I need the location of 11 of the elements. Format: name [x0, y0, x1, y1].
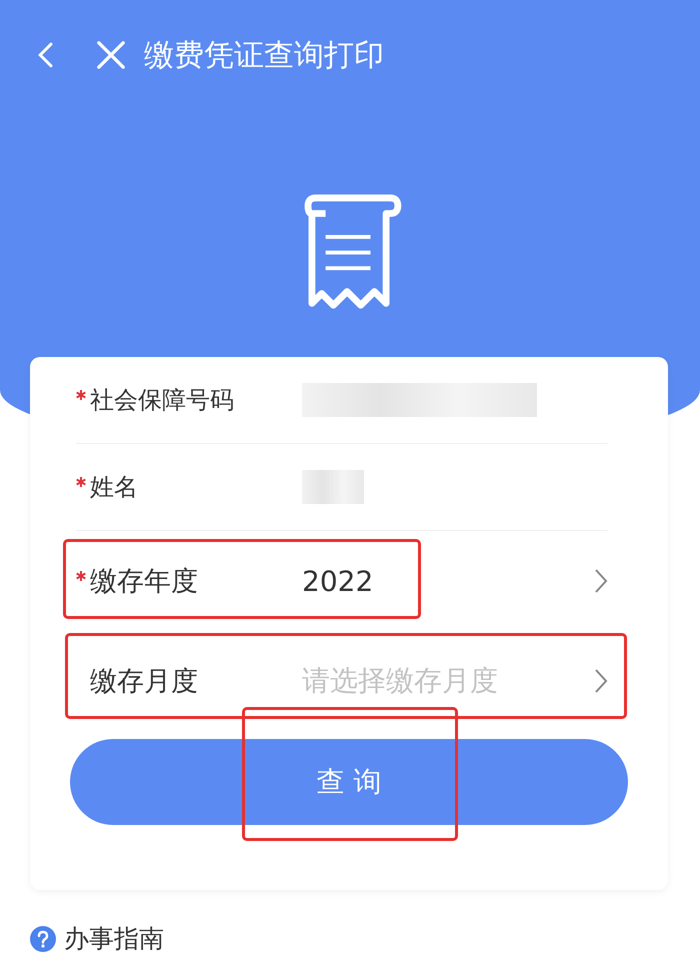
chevron-right-icon[interactable] — [594, 668, 608, 694]
field-label: 社会保障号码 — [90, 385, 235, 416]
help-icon[interactable] — [30, 926, 56, 952]
field-label: 缴存月度 — [90, 665, 199, 699]
page-title: 缴费凭证查询打印 — [144, 36, 384, 74]
close-icon[interactable] — [96, 40, 126, 70]
selected-value[interactable]: 2022 — [302, 564, 594, 598]
field-label: 姓名 — [90, 472, 139, 503]
guide-link[interactable]: 办事指南 — [64, 922, 164, 955]
field-label: 缴存年度 — [90, 565, 199, 599]
chevron-right-icon[interactable] — [594, 568, 608, 594]
